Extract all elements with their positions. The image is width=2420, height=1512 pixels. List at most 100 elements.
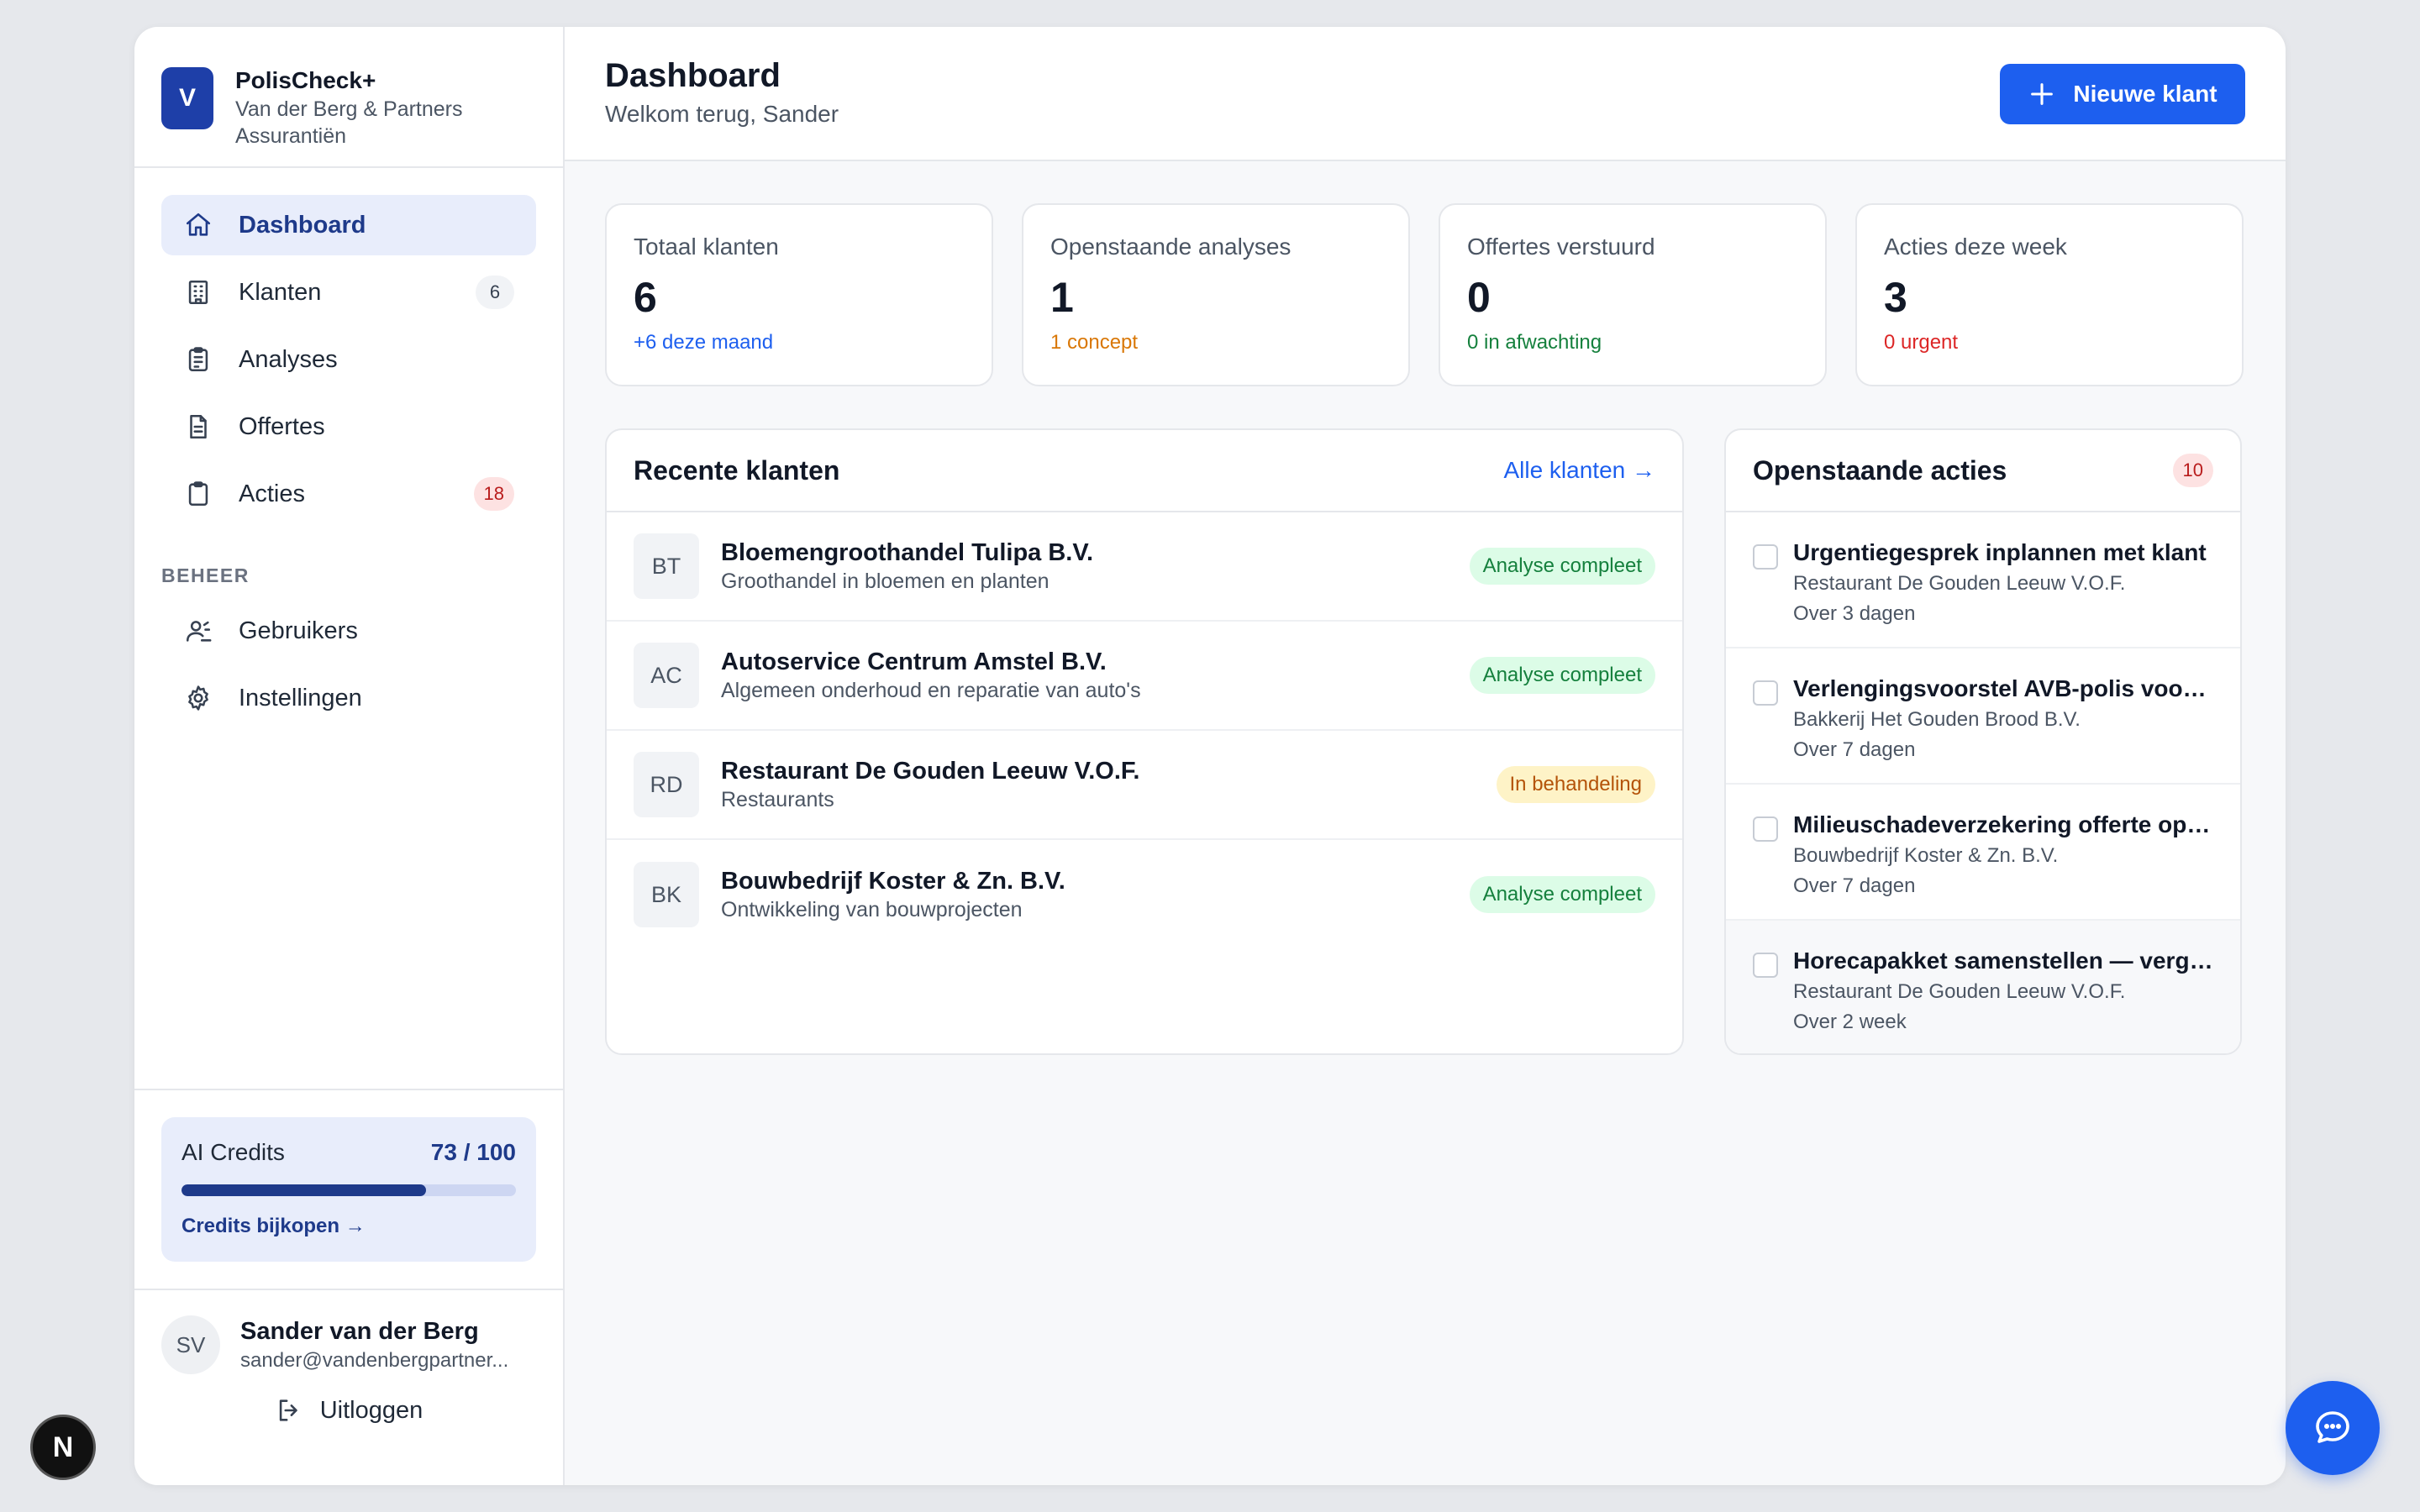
building-icon [183, 277, 213, 307]
sidebar-item-gebruikers[interactable]: Gebruikers [161, 601, 536, 661]
client-avatar: AC [634, 643, 699, 708]
action-info: Verlengingsvoorstel AVB-polis voorbereid… [1793, 674, 2213, 783]
chat-button[interactable] [2286, 1381, 2380, 1475]
stat-label: Acties deze week [1884, 234, 2067, 260]
user-section: SV Sander van der Berg sander@vandenberg… [134, 1289, 563, 1485]
stat-note: 0 in afwachting [1467, 331, 1602, 354]
client-name: Bouwbedrijf Koster & Zn. B.V. [721, 868, 1065, 895]
action-info: Horecapakket samenstellen — vergelijken … [1793, 946, 2213, 1053]
action-client: Bouwbedrijf Koster & Zn. B.V. [1793, 844, 2059, 867]
client-info: Bouwbedrijf Koster & Zn. B.V. Ontwikkeli… [721, 866, 1470, 923]
stat-value: 3 [1884, 274, 1907, 321]
brand-logo: V [161, 67, 213, 129]
document-icon [183, 412, 213, 442]
list-item[interactable]: Milieuschadeverzekering offerte opvragen… [1726, 785, 2240, 921]
sidebar-item-klanten[interactable]: Klanten 6 [161, 262, 536, 323]
stat-value: 0 [1467, 274, 1491, 321]
action-checkbox[interactable] [1753, 680, 1778, 706]
stat-label: Totaal klanten [634, 234, 779, 260]
user-profile[interactable]: SV Sander van der Berg sander@vandenberg… [161, 1315, 536, 1374]
clipboard-icon [183, 479, 213, 509]
client-info: Restaurant De Gouden Leeuw V.O.F. Restau… [721, 756, 1497, 813]
stat-value: 6 [634, 274, 657, 321]
gear-icon [183, 683, 213, 713]
dev-tools-indicator[interactable]: N [30, 1415, 96, 1480]
sidebar-item-label: Klanten [239, 278, 322, 306]
user-email: sander@vandenbergpartner... [240, 1349, 509, 1372]
sidebar-item-label: Offertes [239, 412, 325, 440]
client-description: Groothandel in bloemen en planten [721, 570, 1050, 593]
section-label-beheer: BEHEER [161, 564, 250, 586]
status-badge: Analyse compleet [1469, 876, 1655, 913]
action-client: Restaurant De Gouden Leeuw V.O.F. [1793, 980, 2126, 1003]
action-title: Verlengingsvoorstel AVB-polis voorbereid… [1793, 675, 2213, 701]
ai-credits-card: AI Credits 73 / 100 Credits bijkopen → [161, 1117, 536, 1262]
logout-button[interactable]: Uitloggen [161, 1396, 536, 1425]
stat-note: 0 urgent [1884, 331, 1959, 354]
new-client-button[interactable]: Nieuwe klant [2000, 64, 2245, 124]
table-row[interactable]: BT Bloemengroothandel Tulipa B.V. Grooth… [607, 512, 1682, 622]
client-avatar: RD [634, 752, 699, 817]
card-header: Openstaande acties 10 [1726, 430, 2240, 512]
sidebar-nav: Dashboard Klanten 6 Analyses Offertes Ac… [134, 168, 563, 735]
stat-card-quotes-sent: Offertes verstuurd 0 0 in afwachting [1439, 203, 1827, 386]
action-checkbox[interactable] [1753, 544, 1778, 570]
sidebar-item-label: Acties [239, 480, 305, 507]
action-info: Urgentiegesprek inplannen met klant Rest… [1793, 538, 2213, 647]
stat-label: Offertes verstuurd [1467, 234, 1655, 260]
list-item[interactable]: Horecapakket samenstellen — vergelijken … [1726, 921, 2240, 1053]
action-client: Bakkerij Het Gouden Brood B.V. [1793, 708, 2081, 731]
sidebar-item-label: Gebruikers [239, 617, 358, 644]
sidebar-item-dashboard[interactable]: Dashboard [161, 195, 536, 255]
action-checkbox[interactable] [1753, 953, 1778, 978]
table-row[interactable]: RD Restaurant De Gouden Leeuw V.O.F. Res… [607, 731, 1682, 840]
sidebar: V PolisCheck+ Van der Berg & Partners As… [134, 27, 565, 1485]
client-name: Restaurant De Gouden Leeuw V.O.F. [721, 758, 1140, 785]
all-clients-link[interactable]: Alle klanten → [1503, 457, 1655, 484]
action-title: Horecapakket samenstellen — vergelijken [1793, 948, 2213, 974]
sidebar-item-label: Dashboard [239, 211, 366, 239]
credits-title: AI Credits [182, 1139, 285, 1165]
chat-icon [2316, 1411, 2349, 1443]
card-title: Openstaande acties [1753, 454, 2007, 486]
credits-progress-fill [182, 1184, 426, 1196]
stat-note: +6 deze maand [634, 331, 774, 354]
stat-card-total-clients: Totaal klanten 6 +6 deze maand [605, 203, 993, 386]
app-window: V PolisCheck+ Van der Berg & Partners As… [134, 27, 2286, 1485]
users-icon [183, 616, 213, 646]
open-actions-card: Openstaande acties 10 Urgentiegesprek in… [1724, 428, 2242, 1055]
sidebar-item-instellingen[interactable]: Instellingen [161, 668, 536, 728]
table-row[interactable]: AC Autoservice Centrum Amstel B.V. Algem… [607, 622, 1682, 731]
card-title: Recente klanten [634, 454, 840, 486]
client-avatar: BK [634, 862, 699, 927]
page-subtitle: Welkom terug, Sander [605, 101, 839, 127]
list-item[interactable]: Verlengingsvoorstel AVB-polis voorbereid… [1726, 648, 2240, 785]
acties-count-badge: 18 [473, 477, 514, 511]
client-name: Bloemengroothandel Tulipa B.V. [721, 539, 1094, 566]
sidebar-item-analyses[interactable]: Analyses [161, 329, 536, 390]
status-badge: In behandeling [1496, 766, 1655, 803]
status-badge: Analyse compleet [1469, 548, 1655, 585]
client-description: Restaurants [721, 788, 834, 811]
list-item[interactable]: Urgentiegesprek inplannen met klant Rest… [1726, 512, 2240, 648]
sidebar-item-offertes[interactable]: Offertes [161, 396, 536, 457]
new-client-label: Nieuwe klant [2073, 81, 2217, 107]
plus-icon [2031, 83, 2054, 105]
client-name: Autoservice Centrum Amstel B.V. [721, 648, 1107, 675]
action-title: Urgentiegesprek inplannen met klant [1793, 539, 2207, 565]
client-description: Ontwikkeling van bouwprojecten [721, 898, 1023, 921]
action-due: Over 7 dagen [1793, 874, 1916, 897]
client-avatar: BT [634, 533, 699, 599]
buy-credits-link[interactable]: Credits bijkopen → [182, 1215, 516, 1238]
table-row[interactable]: BK Bouwbedrijf Koster & Zn. B.V. Ontwikk… [607, 840, 1682, 949]
page-header: Dashboard Welkom terug, Sander Nieuwe kl… [565, 27, 2286, 161]
brand-header: V PolisCheck+ Van der Berg & Partners As… [134, 27, 563, 168]
action-checkbox[interactable] [1753, 816, 1778, 842]
action-title: Milieuschadeverzekering offerte opvragen [1793, 811, 2213, 837]
card-header: Recente klanten Alle klanten → [607, 430, 1682, 512]
sidebar-item-acties[interactable]: Acties 18 [161, 464, 536, 524]
action-info: Milieuschadeverzekering offerte opvragen… [1793, 810, 2213, 919]
action-due: Over 3 dagen [1793, 602, 1916, 625]
stats-row: Totaal klanten 6 +6 deze maand Openstaan… [605, 203, 2244, 386]
credits-header: AI Credits 73 / 100 [182, 1139, 516, 1166]
